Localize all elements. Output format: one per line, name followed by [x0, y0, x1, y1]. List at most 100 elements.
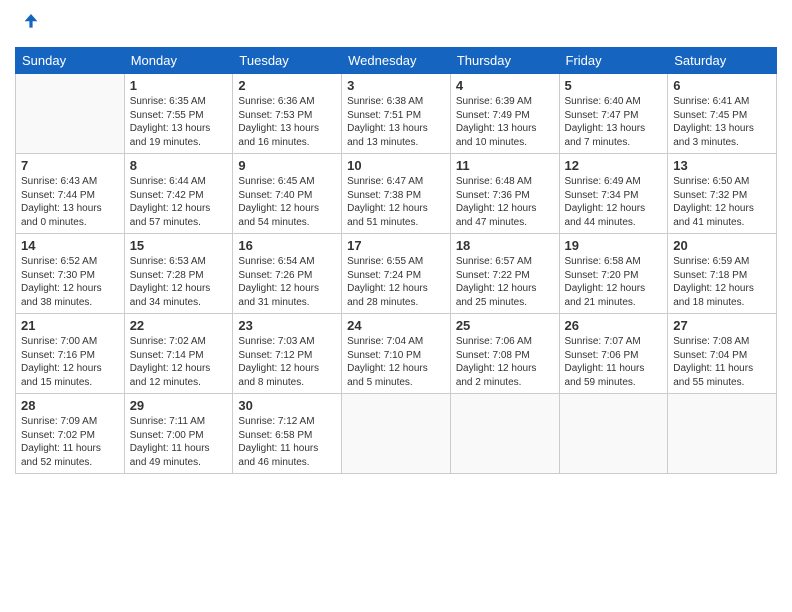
calendar-cell: [450, 394, 559, 474]
day-number: 22: [130, 318, 228, 333]
cell-content: Sunrise: 7:07 AMSunset: 7:06 PMDaylight:…: [565, 335, 663, 389]
cell-content: Sunrise: 6:50 AMSunset: 7:32 PMDaylight:…: [673, 175, 771, 229]
day-number: 15: [130, 238, 228, 253]
day-number: 10: [347, 158, 445, 173]
calendar-cell: 6Sunrise: 6:41 AMSunset: 7:45 PMDaylight…: [668, 74, 777, 154]
day-number: 7: [21, 158, 119, 173]
cell-content: Sunrise: 7:02 AMSunset: 7:14 PMDaylight:…: [130, 335, 228, 389]
day-number: 18: [456, 238, 554, 253]
calendar-cell: [342, 394, 451, 474]
calendar-cell: 23 Sunrise: 7:03 AMSunset: 7:12 PMDayligh…: [233, 314, 342, 394]
cell-content: Sunrise: 7:11 AMSunset: 7:00 PMDaylight:…: [130, 415, 228, 469]
day-number: 20: [673, 238, 771, 253]
cell-content: Sunrise: 6:45 AMSunset: 7:40 PMDaylight:…: [238, 175, 336, 229]
cell-content: Sunrise: 7:08 AMSunset: 7:04 PMDaylight:…: [673, 335, 771, 389]
calendar-cell: 4Sunrise: 6:39 AMSunset: 7:49 PMDaylight…: [450, 74, 559, 154]
cell-content: Sunrise: 6:47 AMSunset: 7:38 PMDaylight:…: [347, 175, 445, 229]
calendar-cell: 28Sunrise: 7:09 AMSunset: 7:02 PMDayligh…: [16, 394, 125, 474]
cell-content: Sunrise: 6:52 AMSunset: 7:30 PMDaylight:…: [21, 255, 119, 309]
day-number: 21: [21, 318, 119, 333]
calendar-cell: 20 Sunrise: 6:59 AMSunset: 7:18 PMDayligh…: [668, 234, 777, 314]
cell-content: Sunrise: 7:06 AMSunset: 7:08 PMDaylight:…: [456, 335, 554, 389]
calendar-cell: 19 Sunrise: 6:58 AMSunset: 7:20 PMDayligh…: [559, 234, 668, 314]
day-number: 23: [238, 318, 336, 333]
calendar-cell: 16 Sunrise: 6:54 AMSunset: 7:26 PMDayligh…: [233, 234, 342, 314]
calendar-cell: 25 Sunrise: 7:06 AMSunset: 7:08 PMDayligh…: [450, 314, 559, 394]
calendar-cell: 7 Sunrise: 6:43 AMSunset: 7:44 PMDaylight…: [16, 154, 125, 234]
day-number: 19: [565, 238, 663, 253]
day-number: 1: [130, 78, 228, 93]
day-number: 16: [238, 238, 336, 253]
cell-content: Sunrise: 7:00 AMSunset: 7:16 PMDaylight:…: [21, 335, 119, 389]
cell-content: Sunrise: 7:12 AMSunset: 6:58 PMDaylight:…: [238, 415, 336, 469]
calendar-cell: 2Sunrise: 6:36 AMSunset: 7:53 PMDaylight…: [233, 74, 342, 154]
cell-content: Sunrise: 7:04 AMSunset: 7:10 PMDaylight:…: [347, 335, 445, 389]
calendar-cell: [668, 394, 777, 474]
header-row: SundayMondayTuesdayWednesdayThursdayFrid…: [16, 48, 777, 74]
day-number: 24: [347, 318, 445, 333]
cell-content: Sunrise: 6:44 AMSunset: 7:42 PMDaylight:…: [130, 175, 228, 229]
day-number: 27: [673, 318, 771, 333]
calendar-cell: 1Sunrise: 6:35 AMSunset: 7:55 PMDaylight…: [124, 74, 233, 154]
cell-content: Sunrise: 6:48 AMSunset: 7:36 PMDaylight:…: [456, 175, 554, 229]
calendar-cell: 24 Sunrise: 7:04 AMSunset: 7:10 PMDayligh…: [342, 314, 451, 394]
cell-content: Sunrise: 6:53 AMSunset: 7:28 PMDaylight:…: [130, 255, 228, 309]
calendar-cell: 14 Sunrise: 6:52 AMSunset: 7:30 PMDayligh…: [16, 234, 125, 314]
day-number: 26: [565, 318, 663, 333]
header-cell-tuesday: Tuesday: [233, 48, 342, 74]
week-row-1: 7 Sunrise: 6:43 AMSunset: 7:44 PMDaylight…: [16, 154, 777, 234]
cell-content: Sunrise: 6:55 AMSunset: 7:24 PMDaylight:…: [347, 255, 445, 309]
day-number: 8: [130, 158, 228, 173]
cell-content: Sunrise: 7:09 AMSunset: 7:02 PMDaylight:…: [21, 415, 119, 469]
calendar-cell: 13Sunrise: 6:50 AMSunset: 7:32 PMDayligh…: [668, 154, 777, 234]
day-number: 29: [130, 398, 228, 413]
calendar-cell: [16, 74, 125, 154]
calendar-cell: 9 Sunrise: 6:45 AMSunset: 7:40 PMDaylight…: [233, 154, 342, 234]
week-row-2: 14 Sunrise: 6:52 AMSunset: 7:30 PMDayligh…: [16, 234, 777, 314]
header: [15, 10, 777, 39]
cell-content: Sunrise: 6:49 AMSunset: 7:34 PMDaylight:…: [565, 175, 663, 229]
cell-content: Sunrise: 6:38 AMSunset: 7:51 PMDaylight:…: [347, 95, 445, 149]
day-number: 17: [347, 238, 445, 253]
day-number: 11: [456, 158, 554, 173]
logo: [15, 10, 41, 39]
cell-content: Sunrise: 6:57 AMSunset: 7:22 PMDaylight:…: [456, 255, 554, 309]
header-cell-sunday: Sunday: [16, 48, 125, 74]
calendar-cell: 26 Sunrise: 7:07 AMSunset: 7:06 PMDayligh…: [559, 314, 668, 394]
calendar-cell: 30 Sunrise: 7:12 AMSunset: 6:58 PMDayligh…: [233, 394, 342, 474]
calendar-table: SundayMondayTuesdayWednesdayThursdayFrid…: [15, 47, 777, 474]
day-number: 25: [456, 318, 554, 333]
cell-content: Sunrise: 6:43 AMSunset: 7:44 PMDaylight:…: [21, 175, 119, 229]
cell-content: Sunrise: 6:39 AMSunset: 7:49 PMDaylight:…: [456, 95, 554, 149]
week-row-0: 1Sunrise: 6:35 AMSunset: 7:55 PMDaylight…: [16, 74, 777, 154]
header-cell-wednesday: Wednesday: [342, 48, 451, 74]
calendar-cell: 27 Sunrise: 7:08 AMSunset: 7:04 PMDayligh…: [668, 314, 777, 394]
calendar-cell: 15 Sunrise: 6:53 AMSunset: 7:28 PMDayligh…: [124, 234, 233, 314]
day-number: 5: [565, 78, 663, 93]
cell-content: Sunrise: 7:03 AMSunset: 7:12 PMDaylight:…: [238, 335, 336, 389]
cell-content: Sunrise: 6:59 AMSunset: 7:18 PMDaylight:…: [673, 255, 771, 309]
day-number: 9: [238, 158, 336, 173]
cell-content: Sunrise: 6:41 AMSunset: 7:45 PMDaylight:…: [673, 95, 771, 149]
header-cell-saturday: Saturday: [668, 48, 777, 74]
week-row-4: 28Sunrise: 7:09 AMSunset: 7:02 PMDayligh…: [16, 394, 777, 474]
day-number: 2: [238, 78, 336, 93]
week-row-3: 21 Sunrise: 7:00 AMSunset: 7:16 PMDayligh…: [16, 314, 777, 394]
cell-content: Sunrise: 6:58 AMSunset: 7:20 PMDaylight:…: [565, 255, 663, 309]
calendar-cell: 12 Sunrise: 6:49 AMSunset: 7:34 PMDayligh…: [559, 154, 668, 234]
calendar-cell: 5Sunrise: 6:40 AMSunset: 7:47 PMDaylight…: [559, 74, 668, 154]
calendar-cell: 18 Sunrise: 6:57 AMSunset: 7:22 PMDayligh…: [450, 234, 559, 314]
day-number: 12: [565, 158, 663, 173]
calendar-cell: 10 Sunrise: 6:47 AMSunset: 7:38 PMDayligh…: [342, 154, 451, 234]
calendar-cell: 21 Sunrise: 7:00 AMSunset: 7:16 PMDayligh…: [16, 314, 125, 394]
calendar-cell: 17 Sunrise: 6:55 AMSunset: 7:24 PMDayligh…: [342, 234, 451, 314]
day-number: 14: [21, 238, 119, 253]
calendar-cell: 8 Sunrise: 6:44 AMSunset: 7:42 PMDaylight…: [124, 154, 233, 234]
header-cell-thursday: Thursday: [450, 48, 559, 74]
calendar-cell: [559, 394, 668, 474]
calendar-cell: 22 Sunrise: 7:02 AMSunset: 7:14 PMDayligh…: [124, 314, 233, 394]
logo-icon: [15, 10, 39, 34]
cell-content: Sunrise: 6:54 AMSunset: 7:26 PMDaylight:…: [238, 255, 336, 309]
day-number: 30: [238, 398, 336, 413]
calendar-cell: 3Sunrise: 6:38 AMSunset: 7:51 PMDaylight…: [342, 74, 451, 154]
